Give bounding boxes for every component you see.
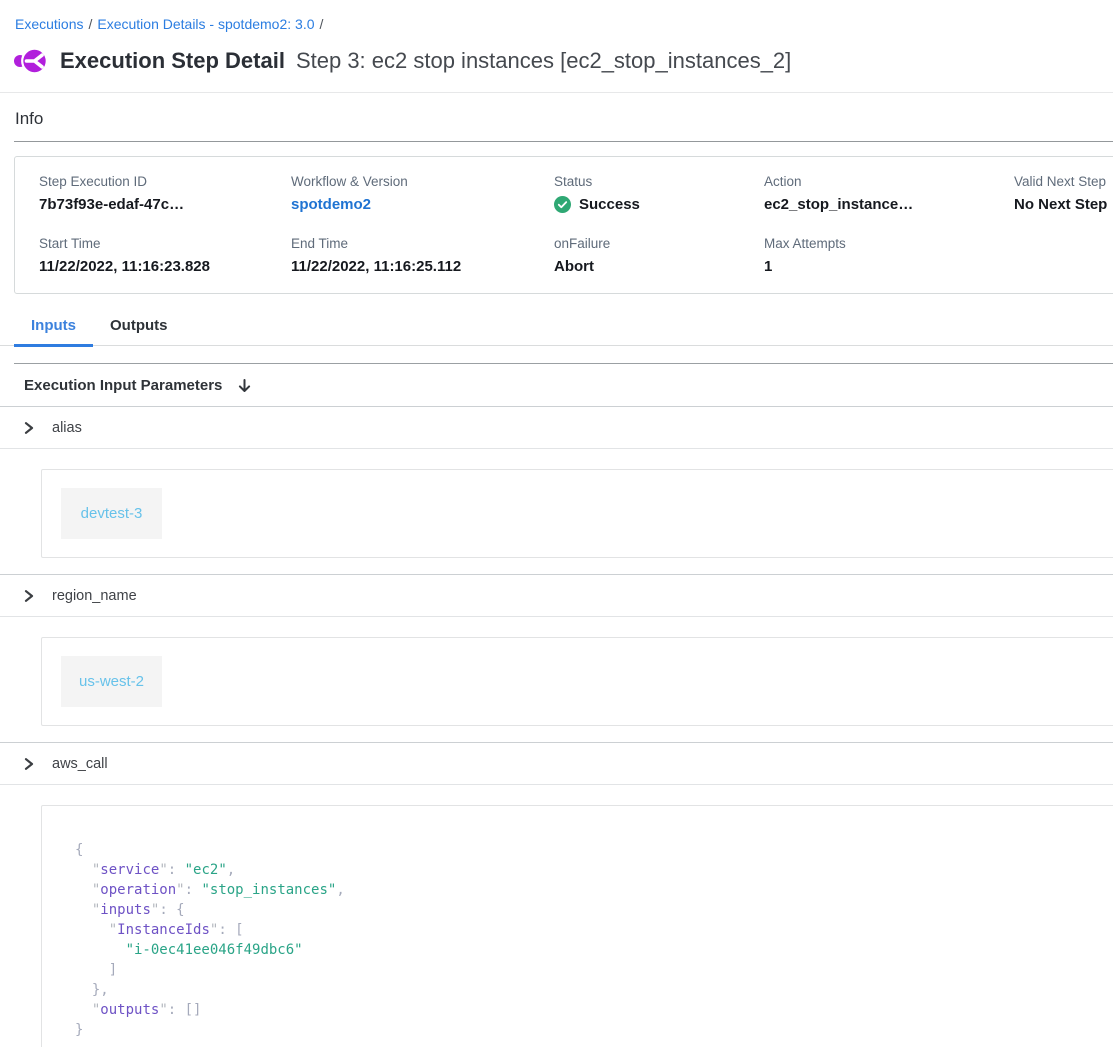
chevron-right-icon[interactable] bbox=[23, 590, 35, 602]
execution-input-parameters-header: Execution Input Parameters bbox=[0, 364, 1113, 406]
aws-call-code: { "service": "ec2", "operation": "stop_i… bbox=[75, 840, 1113, 1040]
field-label: onFailure bbox=[554, 236, 764, 251]
section-alias-label: alias bbox=[52, 420, 82, 436]
tab-outputs[interactable]: Outputs bbox=[93, 317, 185, 347]
region-name-value-panel: us-west-2 bbox=[41, 637, 1113, 726]
field-on-failure: onFailure Abort bbox=[554, 236, 764, 275]
aws-call-code-panel: { "service": "ec2", "operation": "stop_i… bbox=[41, 805, 1113, 1047]
sort-down-arrow-icon[interactable] bbox=[237, 378, 252, 394]
chevron-right-icon[interactable] bbox=[23, 422, 35, 434]
workflow-link[interactable]: spotdemo2 bbox=[291, 196, 554, 213]
status-badge: Success bbox=[554, 196, 764, 213]
chevron-right-icon[interactable] bbox=[23, 758, 35, 770]
field-label: Max Attempts bbox=[764, 236, 1014, 251]
info-heading-divider bbox=[14, 141, 1113, 142]
field-empty bbox=[1014, 236, 1113, 275]
section-aws-call: aws_call { "service": "ec2", "operation"… bbox=[0, 742, 1113, 1047]
field-label: Workflow & Version bbox=[291, 174, 554, 189]
alias-value-panel: devtest-3 bbox=[41, 469, 1113, 558]
inputs-outputs-tabbar: Inputs Outputs bbox=[0, 317, 1113, 346]
field-value: 11/22/2022, 11:16:25.112 bbox=[291, 258, 554, 275]
field-step-execution-id: Step Execution ID 7b73f93e-edaf-47c… bbox=[39, 174, 291, 213]
tab-inputs[interactable]: Inputs bbox=[14, 317, 93, 347]
section-region-name: region_name us-west-2 bbox=[0, 574, 1113, 726]
field-status: Status Success bbox=[554, 174, 764, 213]
execution-input-parameters-label: Execution Input Parameters bbox=[24, 377, 222, 394]
field-max-attempts: Max Attempts 1 bbox=[764, 236, 1014, 275]
field-value: 7b73f93e-edaf-47c… bbox=[39, 196, 291, 213]
execution-step-detail-page: Executions/Execution Details - spotdemo2… bbox=[0, 0, 1113, 1047]
section-region-name-label: region_name bbox=[52, 588, 137, 604]
breadcrumb: Executions/Execution Details - spotdemo2… bbox=[0, 0, 1113, 32]
alias-value: devtest-3 bbox=[61, 488, 162, 539]
breadcrumb-link-executions[interactable]: Executions bbox=[15, 16, 83, 32]
field-value: No Next Step bbox=[1014, 196, 1113, 213]
section-alias: alias devtest-3 bbox=[0, 406, 1113, 558]
field-value: ec2_stop_instance… bbox=[764, 196, 1014, 213]
breadcrumb-separator: / bbox=[315, 16, 329, 32]
section-aws-call-header[interactable]: aws_call bbox=[0, 743, 1113, 785]
field-action: Action ec2_stop_instance… bbox=[764, 174, 1014, 213]
breadcrumb-link-execution-details[interactable]: Execution Details - spotdemo2: 3.0 bbox=[97, 16, 314, 32]
field-label: Status bbox=[554, 174, 764, 189]
region-name-value: us-west-2 bbox=[61, 656, 162, 707]
status-text: Success bbox=[579, 196, 640, 213]
field-end-time: End Time 11/22/2022, 11:16:25.112 bbox=[291, 236, 554, 275]
breadcrumb-separator: / bbox=[83, 16, 97, 32]
field-value: 1 bbox=[764, 258, 1014, 275]
field-label: Action bbox=[764, 174, 1014, 189]
workflow-brand-icon bbox=[14, 46, 48, 76]
section-alias-header[interactable]: alias bbox=[0, 407, 1113, 449]
field-label: End Time bbox=[291, 236, 554, 251]
field-value: Abort bbox=[554, 258, 764, 275]
step-info-card: Step Execution ID 7b73f93e-edaf-47c… Wor… bbox=[14, 156, 1113, 294]
field-label: Step Execution ID bbox=[39, 174, 291, 189]
field-label: Start Time bbox=[39, 236, 291, 251]
page-header: Execution Step Detail Step 3: ec2 stop i… bbox=[0, 32, 1113, 76]
field-valid-next-step: Valid Next Step No Next Step bbox=[1014, 174, 1113, 213]
section-region-name-header[interactable]: region_name bbox=[0, 575, 1113, 617]
page-subtitle: Step 3: ec2 stop instances [ec2_stop_ins… bbox=[296, 48, 791, 74]
info-section-heading: Info bbox=[0, 93, 1113, 129]
field-label: Valid Next Step bbox=[1014, 174, 1113, 189]
field-workflow-version: Workflow & Version spotdemo2 bbox=[291, 174, 554, 213]
section-aws-call-label: aws_call bbox=[52, 756, 108, 772]
page-title: Execution Step Detail bbox=[60, 48, 285, 74]
field-start-time: Start Time 11/22/2022, 11:16:23.828 bbox=[39, 236, 291, 275]
success-check-icon bbox=[554, 196, 571, 213]
field-value: 11/22/2022, 11:16:23.828 bbox=[39, 258, 291, 275]
